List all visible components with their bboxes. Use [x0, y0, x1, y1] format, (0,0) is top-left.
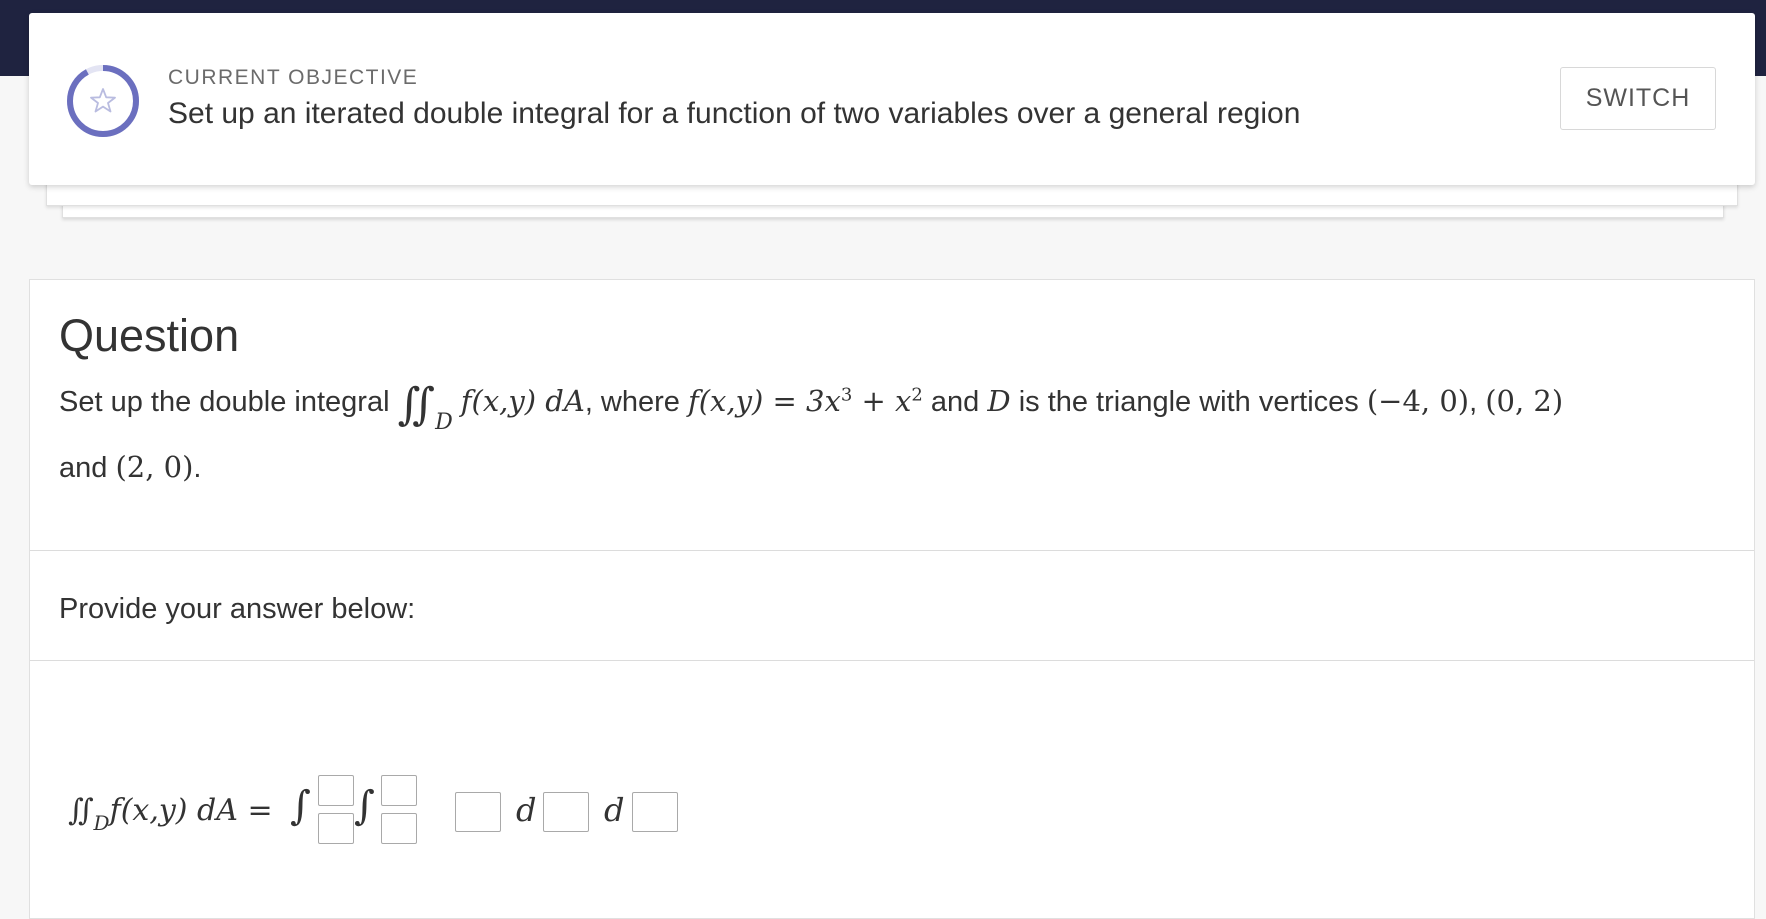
inner-upper-limit-input[interactable]	[381, 775, 417, 806]
and-text-2: and	[59, 452, 108, 484]
question-prefix: Set up the double integral	[59, 386, 390, 418]
question-heading: Question	[59, 310, 240, 361]
where-text: , where	[584, 386, 680, 418]
inner-integral-symbol: ∫	[354, 783, 375, 829]
outer-upper-limit-input[interactable]	[318, 775, 354, 806]
inner-lower-limit-input[interactable]	[381, 813, 417, 844]
region-name: D	[987, 384, 1011, 418]
lhs-double-integral: ∬	[68, 793, 94, 828]
integrand: f(x,y) dA	[460, 384, 585, 418]
answer-lhs: ∬Df(x,y) dA =	[68, 793, 273, 835]
vertex-1: (−4, 0)	[1366, 384, 1470, 418]
objective-progress-ring	[67, 65, 139, 137]
function-definition: f(x,y) = 3x	[687, 384, 841, 418]
double-integral-symbol: ∬	[397, 379, 436, 430]
outer-lower-limit-input[interactable]	[318, 813, 354, 844]
switch-button[interactable]: SWITCH	[1560, 67, 1716, 130]
divider	[30, 550, 1754, 551]
star-icon	[90, 88, 116, 113]
differential-d-2: d	[604, 791, 625, 829]
inner-variable-input[interactable]	[543, 792, 589, 832]
objective-card: CURRENT OBJECTIVE Set up an iterated dou…	[29, 13, 1755, 185]
period: .	[193, 452, 202, 484]
vertex-3: (2, 0)	[115, 450, 194, 484]
objective-text: Set up an iterated double integral for a…	[168, 97, 1301, 130]
integrand-input[interactable]	[455, 792, 501, 832]
answer-expression: ∬Df(x,y) dA = ∫ ∫ d d	[68, 775, 868, 865]
lhs-rest: f(x,y) dA =	[109, 793, 273, 828]
and-text: and	[930, 386, 980, 418]
vertex-2: (0, 2)	[1485, 384, 1564, 418]
outer-variable-input[interactable]	[632, 792, 678, 832]
integral-region-sub: D	[435, 410, 453, 435]
divider	[30, 660, 1754, 661]
plus-term: + x	[852, 384, 912, 418]
answer-prompt: Provide your answer below:	[59, 593, 416, 625]
exponent-2: 2	[911, 384, 923, 406]
comma: ,	[1469, 386, 1478, 418]
objective-label: CURRENT OBJECTIVE	[168, 66, 419, 89]
exponent-1: 3	[840, 384, 853, 406]
question-text-line-2: and (2, 0).	[59, 450, 201, 485]
differential-d-1: d	[516, 791, 537, 829]
lhs-region-sub: D	[93, 811, 110, 835]
question-text-line-1: Set up the double integral ∬D f(x,y) dA,…	[59, 379, 1563, 435]
outer-integral-symbol: ∫	[290, 783, 311, 829]
question-panel: Question Set up the double integral ∬D f…	[29, 279, 1755, 919]
triangle-text: is the triangle with vertices	[1018, 386, 1359, 418]
